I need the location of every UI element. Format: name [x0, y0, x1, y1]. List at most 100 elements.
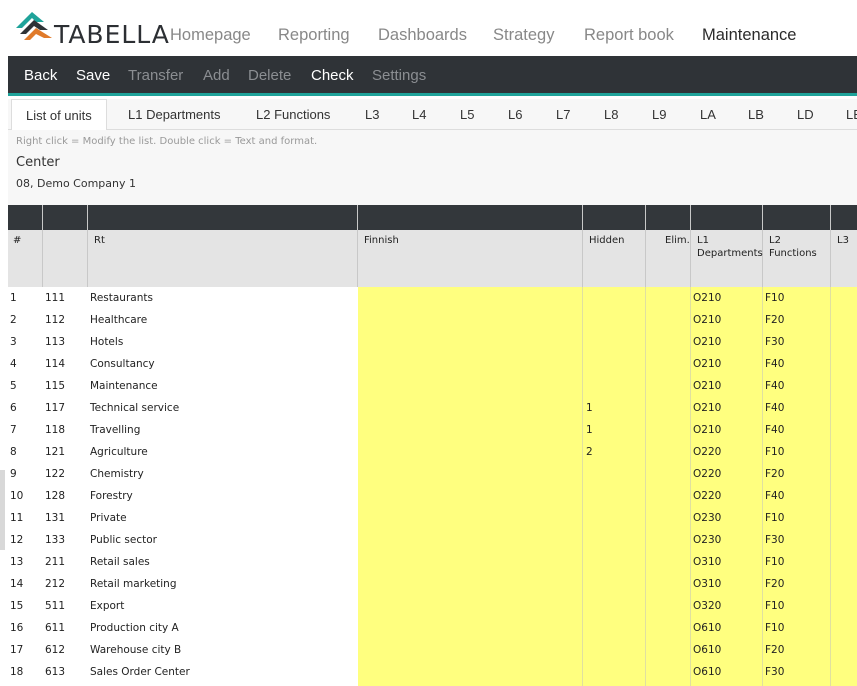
unit-code[interactable]: 112: [45, 314, 65, 326]
l1-value[interactable]: O210: [693, 424, 721, 436]
row-number[interactable]: 8: [10, 446, 17, 458]
row-number[interactable]: 13: [10, 556, 23, 568]
row-number[interactable]: 18: [10, 666, 23, 678]
unit-name[interactable]: Sales Order Center: [90, 666, 190, 678]
unit-name[interactable]: Warehouse city B: [90, 644, 181, 656]
unit-name[interactable]: Restaurants: [90, 292, 153, 304]
l2-value[interactable]: F10: [765, 292, 784, 304]
unit-code[interactable]: 113: [45, 336, 65, 348]
unit-code[interactable]: 118: [45, 424, 65, 436]
unit-code[interactable]: 121: [45, 446, 65, 458]
l1-value[interactable]: O610: [693, 644, 721, 656]
header-hidden[interactable]: Hidden: [589, 234, 624, 247]
unit-name[interactable]: Export: [90, 600, 124, 612]
unit-name[interactable]: Retail sales: [90, 556, 150, 568]
header-finnish[interactable]: Finnish: [364, 234, 399, 247]
header-elim[interactable]: Elim.: [665, 234, 690, 247]
header-l1-departments[interactable]: L1 Departments: [697, 234, 763, 260]
l1-value[interactable]: O610: [693, 622, 721, 634]
header-row-number[interactable]: #: [13, 234, 21, 247]
nav-reporting[interactable]: Reporting: [278, 26, 350, 45]
table-row[interactable]: 10 128 Forestry O220 F40: [8, 486, 857, 508]
tab-la[interactable]: LA: [700, 99, 716, 130]
unit-code[interactable]: 114: [45, 358, 65, 370]
l1-value[interactable]: O310: [693, 578, 721, 590]
l2-value[interactable]: F40: [765, 490, 784, 502]
tab-le[interactable]: LE: [846, 99, 857, 130]
tab-l2-functions[interactable]: L2 Functions: [256, 99, 330, 130]
tab-l9[interactable]: L9: [652, 99, 666, 130]
l1-value[interactable]: O230: [693, 512, 721, 524]
unit-code[interactable]: 128: [45, 490, 65, 502]
table-row[interactable]: 12 133 Public sector O230 F30: [8, 530, 857, 552]
table-row[interactable]: 17 612 Warehouse city B O610 F20: [8, 640, 857, 662]
unit-name[interactable]: Retail marketing: [90, 578, 177, 590]
table-row[interactable]: 2 112 Healthcare O210 F20: [8, 310, 857, 332]
scroll-handle[interactable]: [0, 470, 5, 550]
tab-list-of-units[interactable]: List of units: [11, 99, 107, 131]
row-number[interactable]: 3: [10, 336, 17, 348]
row-number[interactable]: 5: [10, 380, 17, 392]
unit-code[interactable]: 611: [45, 622, 65, 634]
l1-value[interactable]: O220: [693, 468, 721, 480]
table-row[interactable]: 15 511 Export O320 F10: [8, 596, 857, 618]
header-rt[interactable]: Rt: [94, 234, 105, 247]
hidden-value[interactable]: 1: [586, 424, 593, 436]
header-l2-functions[interactable]: L2 Functions: [769, 234, 817, 260]
table-row[interactable]: 18 613 Sales Order Center O610 F30: [8, 662, 857, 684]
table-row[interactable]: 5 115 Maintenance O210 F40: [8, 376, 857, 398]
table-row[interactable]: 8 121 Agriculture 2 O220 F10: [8, 442, 857, 464]
unit-code[interactable]: 115: [45, 380, 65, 392]
unit-code[interactable]: 212: [45, 578, 65, 590]
unit-code[interactable]: 511: [45, 600, 65, 612]
l1-value[interactable]: O210: [693, 336, 721, 348]
table-row[interactable]: 4 114 Consultancy O210 F40: [8, 354, 857, 376]
row-number[interactable]: 2: [10, 314, 17, 326]
row-number[interactable]: 4: [10, 358, 17, 370]
add-button[interactable]: Add: [203, 67, 230, 84]
l2-value[interactable]: F10: [765, 512, 784, 524]
l1-value[interactable]: O210: [693, 314, 721, 326]
hidden-value[interactable]: 2: [586, 446, 593, 458]
l2-value[interactable]: F40: [765, 380, 784, 392]
l1-value[interactable]: O230: [693, 534, 721, 546]
l2-value[interactable]: F30: [765, 336, 784, 348]
unit-name[interactable]: Maintenance: [90, 380, 158, 392]
row-number[interactable]: 10: [10, 490, 23, 502]
unit-name[interactable]: Healthcare: [90, 314, 147, 326]
table-row[interactable]: 3 113 Hotels O210 F30: [8, 332, 857, 354]
tab-l7[interactable]: L7: [556, 99, 570, 130]
table-row[interactable]: 11 131 Private O230 F10: [8, 508, 857, 530]
check-button[interactable]: Check: [311, 67, 354, 84]
unit-name[interactable]: Consultancy: [90, 358, 155, 370]
unit-name[interactable]: Chemistry: [90, 468, 144, 480]
row-number[interactable]: 12: [10, 534, 23, 546]
tab-l6[interactable]: L6: [508, 99, 522, 130]
unit-code[interactable]: 211: [45, 556, 65, 568]
unit-name[interactable]: Private: [90, 512, 127, 524]
transfer-button[interactable]: Transfer: [128, 67, 183, 84]
l2-value[interactable]: F20: [765, 644, 784, 656]
l1-value[interactable]: O320: [693, 600, 721, 612]
back-button[interactable]: Back: [24, 67, 57, 84]
unit-code[interactable]: 612: [45, 644, 65, 656]
row-number[interactable]: 15: [10, 600, 23, 612]
row-number[interactable]: 14: [10, 578, 23, 590]
nav-dashboards[interactable]: Dashboards: [378, 26, 467, 45]
unit-name[interactable]: Technical service: [90, 402, 179, 414]
table-row[interactable]: 14 212 Retail marketing O310 F20: [8, 574, 857, 596]
l2-value[interactable]: F20: [765, 468, 784, 480]
unit-name[interactable]: Production city A: [90, 622, 179, 634]
delete-button[interactable]: Delete: [248, 67, 291, 84]
nav-report-book[interactable]: Report book: [584, 26, 674, 45]
row-number[interactable]: 11: [10, 512, 23, 524]
tab-l4[interactable]: L4: [412, 99, 426, 130]
l2-value[interactable]: F40: [765, 402, 784, 414]
l2-value[interactable]: F10: [765, 556, 784, 568]
header-l3[interactable]: L3: [837, 234, 849, 247]
l2-value[interactable]: F10: [765, 600, 784, 612]
l2-value[interactable]: F40: [765, 358, 784, 370]
tab-lb[interactable]: LB: [748, 99, 764, 130]
table-row[interactable]: 7 118 Travelling 1 O210 F40: [8, 420, 857, 442]
row-number[interactable]: 17: [10, 644, 23, 656]
